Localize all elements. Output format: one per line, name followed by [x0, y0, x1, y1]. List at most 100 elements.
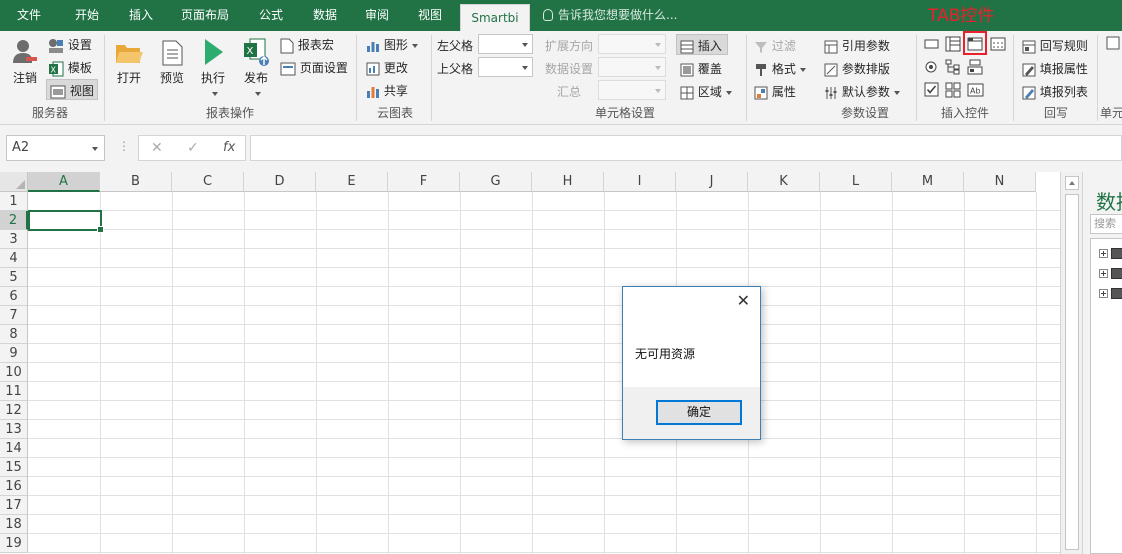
scroll-up-icon[interactable] — [1065, 176, 1079, 190]
tab-view[interactable]: 视图 — [405, 0, 455, 31]
change-button[interactable]: 更改 — [366, 59, 408, 76]
template-button[interactable]: X 模板 — [48, 59, 92, 77]
expand-direction-select[interactable] — [598, 34, 666, 54]
vertical-scrollbar[interactable] — [1060, 172, 1082, 554]
list-control-icon[interactable] — [945, 36, 961, 52]
textbox-control-icon[interactable] — [924, 38, 939, 50]
column-header-l[interactable]: L — [820, 172, 892, 192]
top-parent-select[interactable] — [478, 57, 533, 77]
column-header-f[interactable]: F — [388, 172, 460, 192]
formula-input[interactable] — [250, 135, 1122, 161]
share-button[interactable]: 共享 — [366, 82, 408, 99]
row-header-3[interactable]: 3 — [0, 230, 28, 249]
chart-button[interactable]: 图形 — [366, 36, 418, 53]
checkbox-control-icon[interactable] — [924, 82, 939, 97]
tree-expand-icon[interactable] — [1099, 249, 1108, 258]
label-control-icon[interactable]: Ab — [967, 82, 984, 98]
column-header-d[interactable]: D — [244, 172, 316, 192]
column-header-g[interactable]: G — [460, 172, 532, 192]
row-header-18[interactable]: 18 — [0, 515, 28, 534]
publish-button[interactable]: X 发布 — [239, 37, 273, 100]
tab-smartbi[interactable]: Smartbi — [460, 4, 530, 31]
preview-button[interactable]: 预览 — [155, 39, 189, 86]
pane-search-input[interactable]: 搜索 — [1090, 214, 1122, 234]
property-button[interactable]: 属性 — [754, 83, 796, 100]
column-header-m[interactable]: M — [892, 172, 964, 192]
tree-control-icon[interactable] — [945, 59, 961, 75]
row-header-10[interactable]: 10 — [0, 363, 28, 382]
fill-list-button[interactable]: 填报列表 — [1022, 83, 1088, 100]
radio-control-icon[interactable] — [924, 60, 938, 74]
format-button[interactable]: 格式 — [754, 60, 806, 77]
column-header-j[interactable]: J — [676, 172, 748, 192]
tab-formulas[interactable]: 公式 — [246, 0, 296, 31]
fill-property-button[interactable]: 填报属性 — [1022, 60, 1088, 77]
row-header-5[interactable]: 5 — [0, 268, 28, 287]
row-header-14[interactable]: 14 — [0, 439, 28, 458]
enter-icon[interactable]: ✓ — [187, 140, 199, 156]
param-layout-button[interactable]: 参数排版 — [824, 60, 890, 77]
column-header-k[interactable]: K — [748, 172, 820, 192]
page-setup-button[interactable]: 页面设置 — [280, 59, 348, 76]
grid-control-icon[interactable] — [945, 82, 961, 98]
region-button[interactable]: 区域 — [680, 83, 732, 100]
selected-cell-a2[interactable] — [28, 210, 104, 233]
default-param-button[interactable]: 默认参数 — [824, 83, 900, 100]
ok-button[interactable]: 确定 — [656, 400, 742, 425]
select-all-corner[interactable] — [0, 172, 28, 192]
calendar-control-icon[interactable] — [990, 36, 1006, 52]
insert-mode-button[interactable]: 插入 — [680, 37, 722, 54]
filter-button[interactable]: 过滤 — [754, 37, 796, 54]
row-header-8[interactable]: 8 — [0, 325, 28, 344]
tree-expand-icon[interactable] — [1099, 289, 1108, 298]
row-header-6[interactable]: 6 — [0, 287, 28, 306]
tab-page-layout[interactable]: 页面布局 — [172, 0, 238, 31]
tell-me-box[interactable]: 告诉我您想要做什么... — [543, 0, 677, 31]
settings-button[interactable]: 设置 — [48, 36, 92, 54]
row-header-16[interactable]: 16 — [0, 477, 28, 496]
column-header-b[interactable]: B — [100, 172, 172, 192]
tab-data[interactable]: 数据 — [300, 0, 350, 31]
column-header-i[interactable]: I — [604, 172, 676, 192]
tab-home[interactable]: 开始 — [62, 0, 112, 31]
insert-function-icon[interactable]: fx — [223, 140, 235, 155]
close-icon[interactable]: ✕ — [737, 292, 750, 310]
scroll-thumb[interactable] — [1065, 194, 1079, 550]
spreadsheet-grid[interactable]: A B C D E F G H I J K L M N 1 2 3 4 5 6 7 8 9 10 11 12 13 14 15 16 17 1… — [0, 172, 1060, 554]
column-header-c[interactable]: C — [172, 172, 244, 192]
row-header-9[interactable]: 9 — [0, 344, 28, 363]
row-header-15[interactable]: 15 — [0, 458, 28, 477]
row-header-19[interactable]: 19 — [0, 534, 28, 553]
row-header-17[interactable]: 17 — [0, 496, 28, 515]
clipped-group-icon[interactable] — [1106, 36, 1120, 50]
ref-param-button[interactable]: 引用参数 — [824, 37, 890, 54]
tree-expand-icon[interactable] — [1099, 269, 1108, 278]
resource-tree[interactable] — [1090, 238, 1122, 554]
tab-file[interactable]: 文件 — [4, 0, 54, 31]
tab-review[interactable]: 审阅 — [352, 0, 402, 31]
row-header-13[interactable]: 13 — [0, 420, 28, 439]
row-header-2[interactable]: 2 — [0, 211, 28, 230]
column-header-n[interactable]: N — [964, 172, 1036, 192]
data-settings-select[interactable] — [598, 57, 666, 77]
dropdown-tree-control-icon[interactable] — [967, 59, 983, 75]
row-header-11[interactable]: 11 — [0, 382, 28, 401]
column-header-h[interactable]: H — [532, 172, 604, 192]
view-button[interactable]: 视图 — [50, 82, 94, 99]
logout-button[interactable]: 注销 — [8, 37, 42, 86]
row-header-12[interactable]: 12 — [0, 401, 28, 420]
execute-button[interactable]: 执行 — [196, 37, 230, 100]
name-box[interactable]: A2 — [6, 135, 105, 161]
overwrite-mode-button[interactable]: 覆盖 — [680, 60, 722, 77]
column-header-e[interactable]: E — [316, 172, 388, 192]
row-header-4[interactable]: 4 — [0, 249, 28, 268]
writeback-rule-button[interactable]: 回写规则 — [1022, 37, 1088, 54]
tab-insert[interactable]: 插入 — [116, 0, 166, 31]
row-header-1[interactable]: 1 — [0, 192, 28, 211]
open-button[interactable]: 打开 — [112, 39, 146, 86]
column-header-a[interactable]: A — [28, 172, 100, 192]
summary-select[interactable] — [598, 80, 666, 100]
left-parent-select[interactable] — [478, 34, 533, 54]
report-macro-button[interactable]: 报表宏 — [280, 36, 334, 54]
row-header-7[interactable]: 7 — [0, 306, 28, 325]
